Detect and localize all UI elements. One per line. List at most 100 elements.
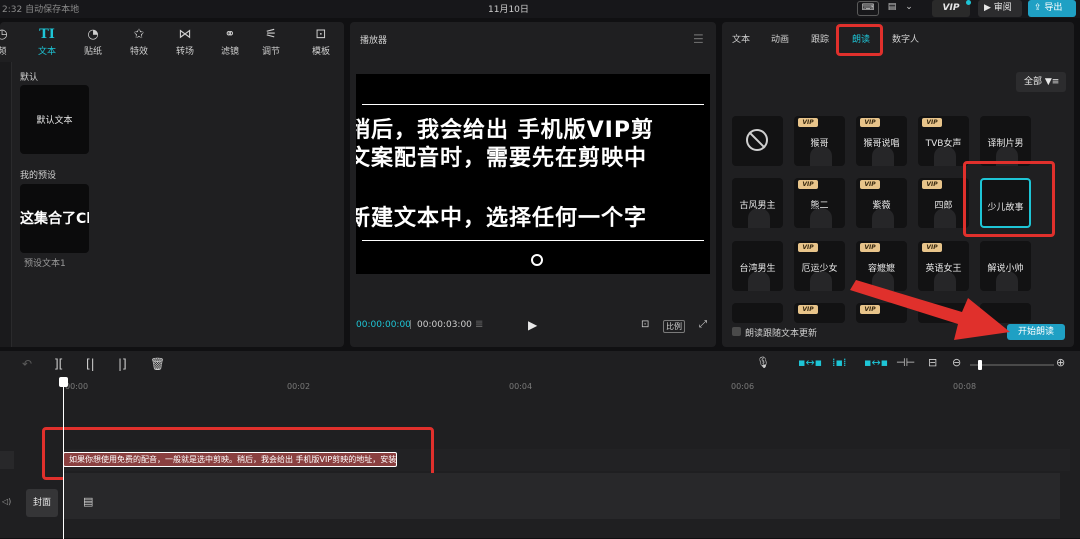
follow-text-checkbox[interactable] [732, 327, 741, 336]
export-button[interactable]: ⇪ 导出 [1028, 0, 1076, 17]
preset-name: 预设文本1 [24, 259, 66, 269]
linkage-icon[interactable]: ▪↔▪ [864, 356, 888, 369]
vip-badge: VIP [860, 243, 880, 252]
voice-card[interactable]: VIP 四郎 [918, 178, 969, 228]
review-button[interactable]: ▶ 审阅 [978, 0, 1022, 17]
vip-badge: VIP [922, 243, 942, 252]
playhead[interactable] [63, 379, 64, 539]
current-timecode: 00:00:00:00 [356, 320, 411, 330]
player-title: 播放器 [360, 36, 388, 46]
default-text-card-label: 默认文本 [36, 116, 73, 126]
trim-left-icon[interactable]: [| [86, 357, 95, 371]
media-icon: ◷ [0, 27, 8, 42]
main-track-magnet-icon[interactable]: ▪↔▪ [798, 356, 822, 369]
rotate-handle-icon[interactable] [531, 254, 543, 266]
cover-button[interactable]: 封面 [26, 489, 58, 517]
auto-snap-icon[interactable]: ⁞▪⁞ [832, 356, 846, 369]
zoom-in-icon[interactable]: ⊕ [1056, 356, 1065, 369]
tab-digital-human[interactable]: 数字人 [892, 32, 919, 45]
play-icon[interactable]: ▶ [528, 318, 537, 332]
voice-none-option[interactable] [732, 116, 783, 166]
preview-axis-icon[interactable]: ⊣⊢ [896, 356, 915, 369]
voice-avatar-icon [872, 208, 894, 228]
playhead-handle[interactable] [59, 377, 68, 387]
keyboard-icon[interactable]: ⌨ [857, 1, 879, 16]
tab-effects[interactable]: ✩ 特效 [119, 28, 159, 58]
undo-icon[interactable]: ↶ [22, 357, 32, 371]
voice-card[interactable]: VIP TVB女声 [918, 116, 969, 166]
zoom-slider-handle[interactable] [978, 360, 982, 370]
tab-sticker[interactable]: ◔ 贴纸 [73, 28, 113, 58]
left-sidebar [0, 62, 12, 347]
tab-transition[interactable]: ⋈ 转场 [165, 27, 205, 58]
tab-template[interactable]: ⊡ 模板 [301, 28, 341, 58]
timeline-panel: ↶ ][ [| |] 🗑 🎙 ▪↔▪ ⁞▪⁞ ▪↔▪ ⊣⊢ ⊟ ⊖ ⊕ 00:0… [0, 351, 1080, 539]
microphone-icon[interactable]: 🎙 [756, 356, 770, 369]
main-video-track [63, 473, 1060, 519]
voice-card[interactable]: VIP [794, 303, 845, 323]
tab-tracking[interactable]: 跟踪 [811, 32, 829, 45]
voice-card[interactable]: VIP 厄运少女 [794, 241, 845, 291]
vip-badge: VIP [922, 180, 942, 189]
split-icon[interactable]: ][ [54, 357, 63, 371]
voice-name: 古风男主 [739, 201, 776, 211]
waveform-icon[interactable]: ≣ [475, 319, 483, 330]
tab-media[interactable]: ◷ 频 [0, 27, 22, 58]
tab-animation[interactable]: 动画 [771, 32, 789, 45]
voice-name: 英语女王 [925, 264, 962, 274]
voice-avatar-icon [872, 146, 894, 166]
time-ruler[interactable]: 00:00 00:02 00:04 00:06 00:08 [0, 375, 1080, 395]
layout-icon[interactable]: ▤ [885, 1, 899, 16]
voice-card[interactable]: 译制片男 [980, 116, 1031, 166]
subtitle-icon[interactable]: ⊟ [928, 356, 937, 369]
voice-card[interactable] [732, 303, 783, 323]
filter-icon: ▼≡ [1044, 77, 1060, 87]
tick-label: 00:02 [287, 382, 311, 391]
fit-screen-icon[interactable]: ⊡ [641, 319, 649, 330]
voice-name: 猴哥说唱 [863, 139, 900, 149]
menu-icon[interactable]: ☰ [693, 32, 704, 46]
voice-filter-button[interactable]: 全部 ▼≡ [1016, 72, 1066, 92]
zoom-slider[interactable] [970, 364, 1054, 366]
voice-name: 译制片男 [987, 139, 1024, 149]
player-panel: 播放器 ☰ 稍后，我会给出 手机版VIP剪 文案配音时，需要先在剪映中 新建文本… [350, 22, 716, 347]
tab-adjust[interactable]: ⚟ 调节 [251, 28, 291, 58]
preview-line-3: 新建文本中，选择任何一个字 [356, 206, 648, 231]
audio-icon[interactable]: ◁) [2, 497, 11, 506]
vip-button[interactable]: VIP [932, 0, 970, 17]
fullscreen-icon[interactable]: ⤢ [699, 319, 707, 330]
tab-highlight-box [836, 24, 883, 56]
tab-label: 调节 [261, 47, 280, 57]
voice-card[interactable]: VIP 紫薇 [856, 178, 907, 228]
voice-card[interactable]: VIP 熊二 [794, 178, 845, 228]
tab-label: 频 [0, 47, 7, 57]
text-icon: TI [39, 27, 55, 42]
start-reading-button[interactable]: 开始朗读 [1007, 324, 1065, 340]
voice-name: 解说小帅 [987, 264, 1024, 274]
tab-text[interactable]: 文本 [732, 32, 750, 45]
voice-card[interactable]: VIP 猴哥说唱 [856, 116, 907, 166]
tab-text[interactable]: TI 文本 [27, 27, 67, 58]
transition-icon: ⋈ [178, 27, 192, 42]
text-track-header [0, 451, 14, 469]
notification-dot [966, 0, 971, 5]
voice-avatar-icon [810, 146, 832, 166]
default-text-card[interactable]: 默认文本 [20, 85, 89, 154]
preset-text-card[interactable]: 这集合了Ch [20, 184, 89, 253]
delete-icon[interactable]: 🗑 [150, 357, 165, 371]
trim-right-icon[interactable]: |] [118, 357, 127, 371]
voice-name: 熊二 [810, 201, 829, 211]
voice-card[interactable]: 古风男主 [732, 178, 783, 228]
voice-card[interactable]: 台湾男生 [732, 241, 783, 291]
voice-card[interactable]: VIP 猴哥 [794, 116, 845, 166]
video-preview[interactable]: 稍后，我会给出 手机版VIP剪 文案配音时，需要先在剪映中 新建文本中，选择任何… [356, 74, 710, 274]
top-bar: 2:32 自动保存本地 11月10日 ⌨ ▤ ⌄ VIP ▶ 审阅 ⇪ 导出 [0, 0, 1080, 18]
zoom-out-icon[interactable]: ⊖ [952, 356, 961, 369]
vip-badge: VIP [860, 118, 880, 127]
ratio-button[interactable]: 比例 [663, 320, 685, 333]
presets-section-label: 我的预设 [20, 171, 57, 181]
timecode-separator: | [409, 320, 413, 330]
tab-filter[interactable]: ⚭ 滤镜 [210, 28, 250, 58]
preview-line-2: 文案配音时，需要先在剪映中 [356, 146, 648, 171]
chevron-down-icon[interactable]: ⌄ [903, 1, 915, 16]
